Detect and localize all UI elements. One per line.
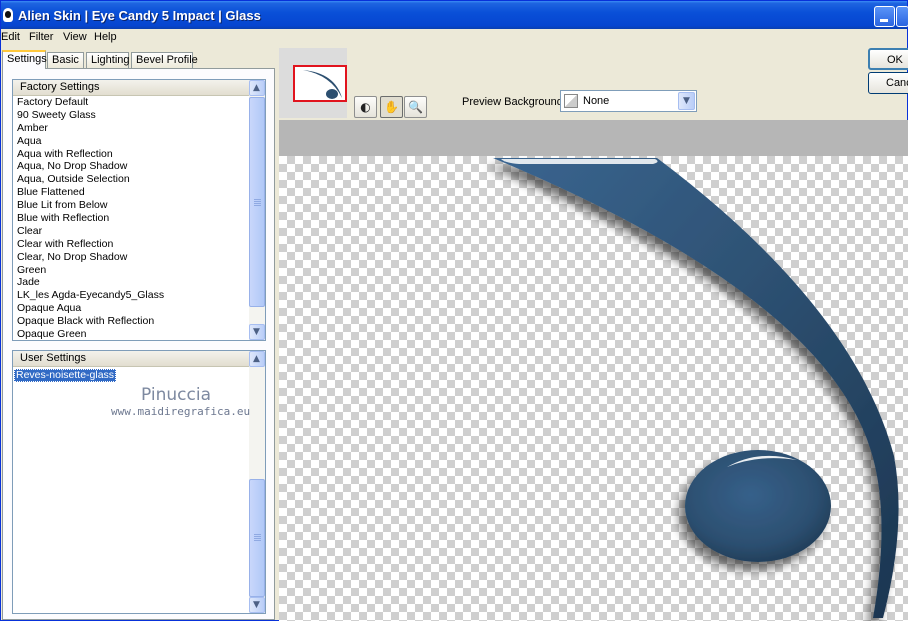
factory-setting-item[interactable]: Aqua, Outside Selection [17,173,247,186]
eye-candy-window: Alien Skin | Eye Candy 5 Impact | Glass … [0,0,908,621]
preview-background-label: Preview Background: [462,96,566,108]
factory-setting-item[interactable]: Green [17,264,247,277]
factory-setting-item[interactable]: Clear [17,225,247,238]
factory-scrollbar[interactable]: ▲ ▼ [249,80,265,340]
navigator-panel[interactable] [279,48,347,118]
background-swatch-icon [564,94,578,108]
user-setting-selected[interactable]: Reves-noisette-glass [14,369,117,382]
chevron-down-icon[interactable]: ▼ [678,92,695,110]
minimize-button[interactable] [874,6,895,27]
glass-shape-preview [493,158,899,618]
factory-setting-item[interactable]: Clear with Reflection [17,238,247,251]
tab-settings[interactable]: Settings [2,50,47,69]
menu-view[interactable]: View [63,31,87,43]
tab-basic[interactable]: Basic [47,52,84,68]
preview-background-value: None [583,95,610,107]
user-settings-list[interactable]: User Settings Reves-noisette-glass ▲ ▼ [12,350,266,614]
compare-button[interactable]: ◐ [354,96,377,118]
navigator-thumbnail[interactable] [293,65,347,102]
zoom-icon: 🔍 [408,100,423,114]
factory-settings-list[interactable]: Factory Settings Factory Default 90 Sweet… [12,79,266,341]
factory-setting-item[interactable]: Jade [17,276,247,289]
user-scrollbar[interactable]: ▲ ▼ [249,351,265,613]
ok-button[interactable]: OK [868,48,908,70]
compare-icon: ◐ [360,100,371,114]
factory-setting-item[interactable]: Blue Flattened [17,186,247,199]
factory-setting-item[interactable]: Factory Default [17,96,247,109]
preview-canvas[interactable] [279,156,908,621]
factory-setting-item[interactable]: 90 Sweety Glass [17,109,247,122]
chevron-down-icon: ▼ [253,327,260,337]
menu-help[interactable]: Help [94,31,117,43]
chevron-up-icon: ▲ [253,354,260,364]
scroll-down-button[interactable]: ▼ [249,324,265,340]
window-title: Alien Skin | Eye Candy 5 Impact | Glass [18,8,261,23]
preview-background-select[interactable]: None ▼ [560,90,697,112]
factory-settings-items: Factory Default 90 Sweety Glass Amber Aqua A… [17,96,247,340]
chevron-down-icon: ▼ [253,600,260,610]
factory-setting-item[interactable]: Blue Lit from Below [17,199,247,212]
cancel-button[interactable]: Cancel [868,72,908,94]
hand-tool-button[interactable]: ✋ [380,96,403,118]
zoom-tool-button[interactable]: 🔍 [404,96,427,118]
factory-setting-item[interactable]: Aqua [17,135,247,148]
preview-header-band [279,120,908,156]
app-icon [3,8,13,22]
factory-setting-item[interactable]: Clear, No Drop Shadow [17,251,247,264]
tab-lighting[interactable]: Lighting [86,52,130,68]
factory-setting-item[interactable]: Opaque Green [17,328,247,340]
chevron-up-icon: ▲ [253,83,260,93]
hand-icon: ✋ [384,100,399,114]
factory-setting-item[interactable]: Blue with Reflection [17,212,247,225]
factory-setting-item[interactable]: Amber [17,122,247,135]
scroll-up-button[interactable]: ▲ [249,80,265,96]
factory-setting-item[interactable]: Aqua, No Drop Shadow [17,160,247,173]
settings-panel: Factory Settings Factory Default 90 Sweet… [2,68,275,620]
scroll-thumb[interactable] [249,97,265,307]
factory-setting-item[interactable]: Opaque Black with Reflection [17,315,247,328]
menu-filter[interactable]: Filter [29,31,53,43]
factory-settings-header: Factory Settings [13,80,265,96]
watermark-name: Pinuccia [141,385,211,405]
scroll-down-button[interactable]: ▼ [249,597,265,613]
user-settings-header: User Settings [13,351,265,367]
tab-bevel-profile[interactable]: Bevel Profile [131,52,198,68]
factory-setting-item[interactable]: Opaque Aqua [17,302,247,315]
watermark-url: www.maidiregrafica.eu [111,405,251,418]
title-bar[interactable]: Alien Skin | Eye Candy 5 Impact | Glass [1,1,908,29]
factory-setting-item[interactable]: LK_les Agda-Eyecandy5_Glass [17,289,247,302]
menu-bar: Edit Filter View Help [1,30,907,46]
maximize-button[interactable] [896,6,908,27]
factory-setting-item[interactable]: Aqua with Reflection [17,148,247,161]
scroll-thumb[interactable] [249,479,265,597]
menu-edit[interactable]: Edit [1,31,20,43]
scroll-up-button[interactable]: ▲ [249,351,265,367]
